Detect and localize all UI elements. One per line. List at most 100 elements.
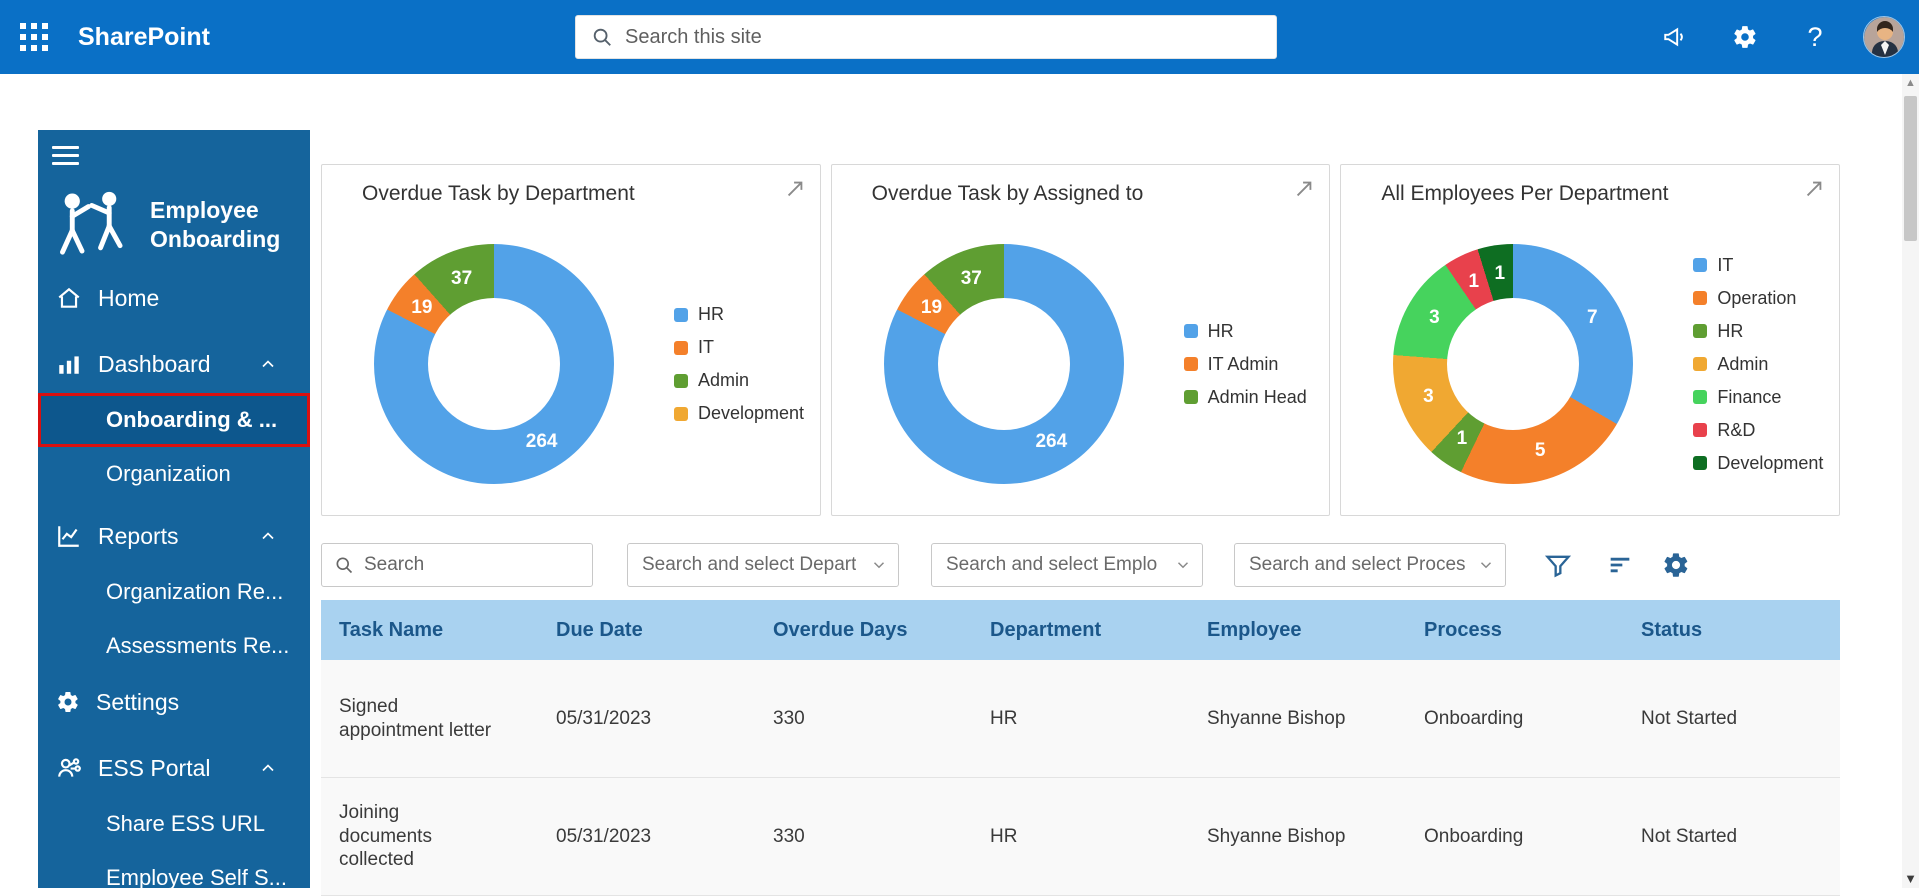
legend-label: Admin	[698, 370, 749, 391]
people-share-icon	[56, 755, 82, 781]
legend-item[interactable]: Admin	[1693, 348, 1823, 381]
search-icon	[334, 555, 354, 575]
expand-chart-icon[interactable]	[1291, 177, 1317, 203]
sidebar-item-settings[interactable]: Settings	[38, 673, 310, 731]
sidebar-item-assessments-report[interactable]: Assessments Re...	[38, 619, 310, 673]
legend-swatch	[1693, 357, 1707, 371]
help-icon[interactable]: ?	[1793, 15, 1837, 59]
table-cell: Not Started	[1623, 825, 1840, 849]
chart-title: Overdue Task by Assigned to	[872, 182, 1144, 206]
legend-item[interactable]: HR	[1693, 315, 1823, 348]
chart-title: All Employees Per Department	[1381, 182, 1668, 206]
legend-item[interactable]: Development	[1693, 447, 1823, 480]
charts-row: Overdue Task by Department 2641937 HRITA…	[321, 164, 1840, 516]
table-cell: 330	[755, 707, 972, 731]
legend-label: R&D	[1717, 420, 1755, 441]
chevron-up-icon	[258, 758, 278, 778]
legend-swatch	[1184, 324, 1198, 338]
sidebar-item-organization[interactable]: Organization	[38, 447, 310, 501]
table-cell: HR	[972, 707, 1189, 731]
legend-item[interactable]: Development	[674, 397, 804, 430]
legend-item[interactable]: HR	[1184, 315, 1307, 348]
settings-gear-icon[interactable]	[1723, 15, 1767, 59]
scroll-up-icon[interactable]: ▲	[1902, 74, 1919, 92]
table-row[interactable]: Signed appointment letter05/31/2023330HR…	[321, 660, 1840, 778]
chart-legend: ITOperationHRAdminFinance R&D Development	[1693, 249, 1823, 480]
donut-chart[interactable]: 2641937	[374, 244, 614, 484]
sidebar-item-organization-report[interactable]: Organization Re...	[38, 565, 310, 619]
sidebar-item-employee-self-service[interactable]: Employee Self S...	[38, 851, 310, 888]
process-dropdown[interactable]: Search and select Proces	[1234, 543, 1506, 587]
slice-value-label: 19	[411, 297, 432, 319]
column-header[interactable]: Task Name	[321, 619, 538, 642]
slice-value-label: 5	[1535, 440, 1546, 462]
column-header[interactable]: Department	[972, 619, 1189, 642]
employee-dropdown[interactable]: Search and select Emplo	[931, 543, 1203, 587]
legend-item[interactable]: HR	[674, 298, 804, 331]
page-scrollbar[interactable]: ▲ ▼	[1902, 74, 1919, 888]
legend-item[interactable]: Operation	[1693, 282, 1823, 315]
sharepoint-brand[interactable]: SharePoint	[78, 23, 210, 52]
donut-chart[interactable]: 7513311	[1393, 244, 1633, 484]
site-search-input[interactable]	[625, 26, 1276, 49]
app-sidebar: Employee Onboarding Home Dashboard Onboa…	[38, 130, 310, 888]
legend-swatch	[1693, 258, 1707, 272]
task-search-input[interactable]	[364, 554, 574, 576]
legend-label: HR	[698, 304, 724, 325]
department-dropdown[interactable]: Search and select Depart	[627, 543, 899, 587]
filter-row: Search and select Depart Search and sele…	[321, 543, 1840, 587]
scroll-down-icon[interactable]: ▼	[1902, 870, 1919, 888]
column-header[interactable]: Employee	[1189, 619, 1406, 642]
legend-label: IT	[698, 337, 714, 358]
search-icon	[591, 26, 613, 48]
donut-hole	[938, 298, 1070, 430]
donut-chart[interactable]: 2641937	[884, 244, 1124, 484]
slice-value-label: 1	[1457, 428, 1468, 450]
account-avatar[interactable]	[1863, 16, 1905, 58]
legend-swatch	[1184, 390, 1198, 404]
slice-value-label: 3	[1423, 386, 1434, 408]
legend-item[interactable]: R&D	[1693, 414, 1823, 447]
table-cell: Onboarding	[1406, 825, 1623, 849]
legend-item[interactable]: IT	[674, 331, 804, 364]
chevron-down-icon	[870, 556, 888, 574]
legend-label: Admin Head	[1208, 387, 1307, 408]
column-header[interactable]: Process	[1406, 619, 1623, 642]
sidebar-item-dashboard[interactable]: Dashboard	[38, 335, 310, 393]
sidebar-nav: Home Dashboard Onboarding & ... Organiza…	[38, 269, 310, 888]
filter-funnel-icon[interactable]	[1541, 549, 1575, 583]
gear-icon	[56, 690, 80, 714]
expand-chart-icon[interactable]	[782, 177, 808, 203]
column-header[interactable]: Overdue Days	[755, 619, 972, 642]
legend-item[interactable]: IT Admin	[1184, 348, 1307, 381]
megaphone-icon[interactable]	[1653, 15, 1697, 59]
legend-item[interactable]: IT	[1693, 249, 1823, 282]
dashboard-main: Overdue Task by Department 2641937 HRITA…	[321, 164, 1840, 896]
column-header[interactable]: Due Date	[538, 619, 755, 642]
table-row[interactable]: Joining documents collected05/31/2023330…	[321, 778, 1840, 896]
legend-swatch	[1184, 357, 1198, 371]
legend-swatch	[674, 341, 688, 355]
hamburger-menu-icon[interactable]	[52, 146, 79, 170]
slice-value-label: 1	[1494, 263, 1505, 285]
expand-chart-icon[interactable]	[1801, 177, 1827, 203]
sort-lines-icon[interactable]	[1603, 549, 1637, 583]
sidebar-item-home[interactable]: Home	[38, 269, 310, 327]
sidebar-item-ess-portal[interactable]: ESS Portal	[38, 739, 310, 797]
sidebar-item-reports[interactable]: Reports	[38, 507, 310, 565]
scrollbar-thumb[interactable]	[1904, 96, 1917, 241]
donut-hole	[428, 298, 560, 430]
column-header[interactable]: Status	[1623, 619, 1840, 642]
legend-swatch	[1693, 291, 1707, 305]
sidebar-item-share-ess-url[interactable]: Share ESS URL	[38, 797, 310, 851]
table-cell: Joining documents collected	[321, 801, 538, 872]
legend-item[interactable]: Admin	[674, 364, 804, 397]
table-cell: 05/31/2023	[538, 707, 755, 731]
sidebar-item-onboarding[interactable]: Onboarding & ...	[38, 393, 310, 447]
legend-item[interactable]: Admin Head	[1184, 381, 1307, 414]
app-logo-row: Employee Onboarding	[44, 189, 304, 261]
legend-item[interactable]: Finance	[1693, 381, 1823, 414]
app-launcher-icon[interactable]	[12, 15, 56, 59]
table-settings-gear-icon[interactable]	[1659, 549, 1693, 583]
slice-value-label: 7	[1587, 307, 1598, 329]
